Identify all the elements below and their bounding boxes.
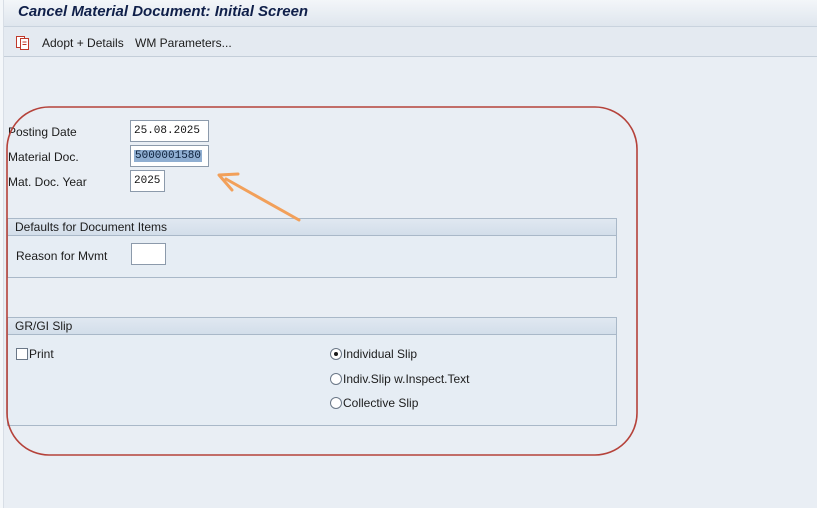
reason-for-mvmt-label: Reason for Mvmt <box>16 249 108 263</box>
title-bar: Cancel Material Document: Initial Screen <box>4 0 817 27</box>
reason-for-mvmt-field[interactable] <box>131 243 166 265</box>
collective-slip-radio[interactable] <box>330 397 342 409</box>
print-checkbox[interactable] <box>16 348 28 360</box>
indiv-slip-inspect-text-radio[interactable] <box>330 373 342 385</box>
print-label: Print <box>29 347 54 361</box>
adopt-details-button[interactable]: Adopt + Details <box>16 35 124 51</box>
wm-parameters-button[interactable]: WM Parameters... <box>135 35 232 51</box>
individual-slip-radio[interactable] <box>330 348 342 360</box>
mat-doc-year-field[interactable]: 2025 <box>130 170 165 192</box>
collective-slip-label: Collective Slip <box>343 396 419 410</box>
defaults-group-title: Defaults for Document Items <box>8 219 616 236</box>
posting-date-label: Posting Date <box>8 125 77 139</box>
material-doc-label: Material Doc. <box>8 150 79 164</box>
indiv-slip-inspect-text-label: Indiv.Slip w.Inspect.Text <box>343 372 470 386</box>
posting-date-field[interactable]: 25.08.2025 <box>130 120 209 142</box>
pointer-arrow-icon <box>217 172 301 222</box>
material-doc-value: 5000001580 <box>134 150 203 162</box>
copy-document-icon <box>16 36 30 50</box>
mat-doc-year-label: Mat. Doc. Year <box>8 175 87 189</box>
adopt-details-label: Adopt + Details <box>42 36 124 50</box>
individual-slip-label: Individual Slip <box>343 347 418 361</box>
application-toolbar: Adopt + Details WM Parameters... <box>4 27 817 57</box>
slip-group-title: GR/GI Slip <box>8 318 616 335</box>
material-doc-field[interactable]: 5000001580 <box>130 145 209 167</box>
left-border <box>0 0 4 508</box>
gr-gi-slip-group: GR/GI Slip Print Individual Slip Indiv.S… <box>7 317 617 426</box>
page-title: Cancel Material Document: Initial Screen <box>18 3 309 20</box>
defaults-for-document-items-group: Defaults for Document Items Reason for M… <box>7 218 617 278</box>
wm-parameters-label: WM Parameters... <box>135 36 232 50</box>
